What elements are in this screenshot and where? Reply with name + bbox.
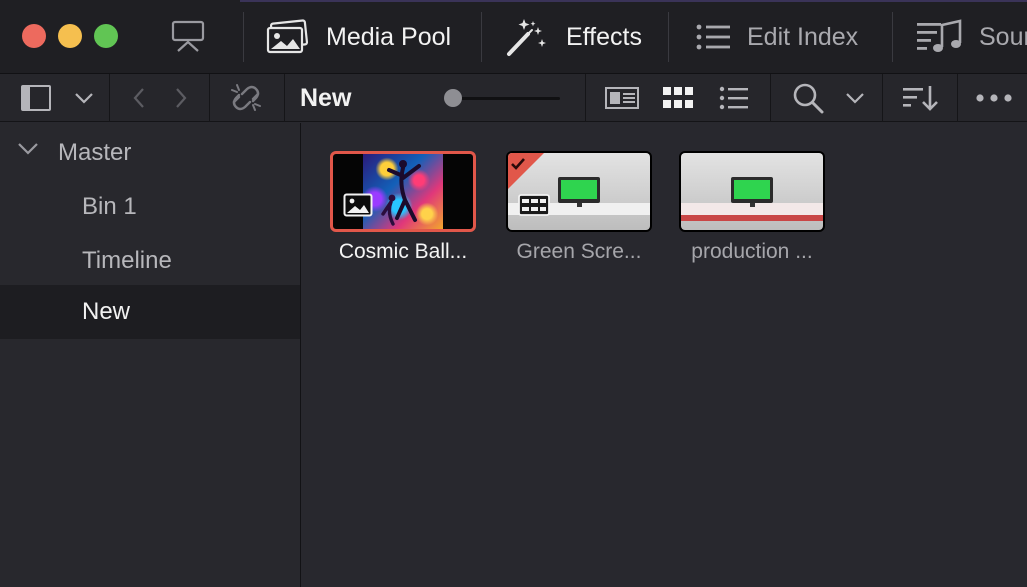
back-button[interactable]	[126, 74, 152, 122]
music-note-icon	[917, 19, 962, 52]
sort-button[interactable]	[900, 74, 940, 122]
clip-name: production ...	[691, 240, 813, 263]
clip-thumbnail[interactable]	[506, 151, 652, 232]
bin-list: Master Bin 1 Timeline New	[0, 123, 301, 587]
toolbar-divider	[892, 12, 893, 62]
search-options-dropdown[interactable]	[842, 74, 868, 122]
sort-icon	[903, 86, 938, 111]
dancer-figure	[381, 160, 421, 226]
thumbnail-view-button[interactable]	[660, 74, 696, 122]
thumbnail-zoom-handle[interactable]	[444, 89, 462, 107]
subbar-divider	[882, 74, 883, 122]
subbar-divider	[209, 74, 210, 122]
sound-library-button[interactable]: Sour	[915, 0, 1027, 74]
search-icon	[793, 83, 824, 114]
chevron-down-icon[interactable]	[17, 142, 39, 156]
edit-index-button[interactable]: Edit Index	[695, 0, 858, 74]
current-bin-title: New	[300, 84, 352, 112]
bin-item-bin-1[interactable]: Bin 1	[0, 180, 300, 234]
top-toolbar: Media Pool Effects Edit Index Sour	[0, 0, 1027, 74]
subbar-divider	[109, 74, 110, 122]
clip-thumbnail[interactable]	[679, 151, 825, 232]
sound-library-label: Sour	[979, 22, 1027, 51]
media-pool-label: Media Pool	[326, 22, 452, 51]
chevron-down-icon	[75, 93, 93, 104]
clip-name: Green Scre...	[516, 240, 642, 263]
bin-master[interactable]: Master	[0, 126, 300, 180]
grid-icon	[663, 87, 693, 108]
chevron-right-icon	[176, 88, 187, 108]
list-view-icon	[719, 86, 748, 110]
bin-item-label: Bin 1	[82, 193, 137, 220]
clip-name: Cosmic Ball...	[338, 240, 468, 263]
media-pool-button[interactable]: Media Pool	[266, 0, 451, 74]
media-pool-clips: Cosmic Ball... Green Scre... production …	[302, 123, 1027, 587]
clip-thumbnail-image	[363, 154, 443, 229]
unlink-button[interactable]	[226, 74, 266, 122]
toolbar-divider	[668, 12, 669, 62]
close-window-button[interactable]	[22, 24, 46, 48]
sidebar-toggle-icon	[21, 85, 51, 111]
forward-button[interactable]	[168, 74, 194, 122]
magic-wand-icon	[507, 19, 546, 56]
bin-item-label: New	[82, 298, 131, 325]
still-image-badge-icon	[343, 193, 373, 217]
metadata-view-button[interactable]	[602, 74, 642, 122]
more-options-button[interactable]	[974, 74, 1014, 122]
toolbar-divider	[243, 12, 244, 62]
search-button[interactable]	[790, 74, 826, 122]
thumbnail-zoom-slider[interactable]	[453, 97, 560, 100]
subbar-divider	[957, 74, 958, 122]
broken-link-icon	[231, 84, 261, 111]
clip-thumbnail-image	[681, 153, 823, 230]
used-checkmark-badge-icon	[508, 153, 544, 189]
effects-label: Effects	[566, 22, 642, 51]
clip-thumbnail[interactable]	[330, 151, 476, 232]
timeline-clip-badge-icon	[518, 194, 550, 216]
subbar-divider	[284, 74, 285, 122]
more-icon	[976, 94, 1012, 102]
toolbar-divider	[481, 12, 482, 62]
toggle-bin-list-button[interactable]	[18, 74, 54, 122]
bin-item-new[interactable]: New	[0, 285, 300, 339]
subbar-divider	[585, 74, 586, 122]
subbar-divider	[770, 74, 771, 122]
bin-item-label: Timeline	[82, 247, 172, 274]
bin-options-dropdown[interactable]	[70, 74, 98, 122]
layout-presets-button[interactable]	[170, 0, 206, 74]
chevron-down-icon	[846, 93, 864, 104]
list-view-button[interactable]	[716, 74, 752, 122]
bin-master-label: Master	[58, 139, 132, 166]
metadata-view-icon	[605, 87, 639, 109]
maximize-window-button[interactable]	[94, 24, 118, 48]
workspace-layout-icon	[171, 20, 205, 52]
list-icon	[696, 24, 730, 50]
edit-index-label: Edit Index	[747, 22, 859, 51]
bin-item-timeline[interactable]: Timeline	[0, 234, 300, 288]
effects-button[interactable]: Effects	[504, 0, 642, 74]
media-pool-icon	[266, 19, 309, 54]
chevron-left-icon	[133, 88, 144, 108]
minimize-window-button[interactable]	[58, 24, 82, 48]
